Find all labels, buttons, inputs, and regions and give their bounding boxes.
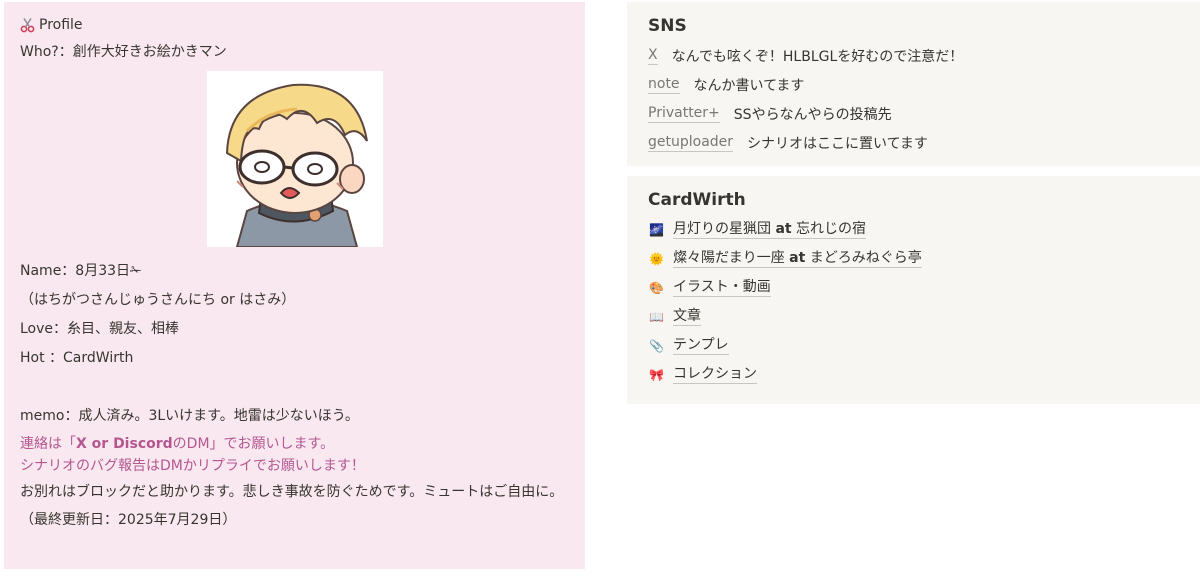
profile-love: Love：糸目、親友、相棒 <box>20 321 180 337</box>
ribbon-icon: 🎀 <box>649 367 664 382</box>
profile-name: Name：8月33日✁ <box>20 263 142 279</box>
cardwirth-item[interactable]: 🎨 イラスト・動画 <box>648 273 1179 302</box>
bug-report-line: シナリオのバグ報告はDMかリプライでお願いします！ <box>20 458 365 474</box>
profile-hot: Hot ：CardWirth <box>20 350 134 366</box>
sns-item-x: X なんでも呟くぞ！HLBLGLを好むので注意だ！ <box>648 41 1179 70</box>
cardwirth-item[interactable]: 📖 文章 <box>648 302 1179 331</box>
cardwirth-item[interactable]: 🌞 燦々陽だまり一座 at まどろみねぐら亭 <box>648 244 1179 273</box>
cardwirth-link[interactable]: テンプレ <box>673 337 729 355</box>
sns-item-getuploader: getuploader シナリオはここに置いてます <box>648 128 1179 157</box>
profile-panel: Profile Who?：創作大好きお絵かきマン Name：8月33日✁ （はち… <box>4 2 585 569</box>
note-link[interactable]: note <box>648 76 680 94</box>
profile-who: Who?：創作大好きお絵かきマン <box>20 44 227 60</box>
cardwirth-item[interactable]: 📎 テンプレ <box>648 331 1179 360</box>
cardwirth-link[interactable]: イラスト・動画 <box>673 279 771 297</box>
privatter-link[interactable]: Privatter+ <box>648 105 720 123</box>
sns-desc: なんか書いてます <box>693 77 805 94</box>
profile-name-reading: （はちがつさんじゅうさんにち or はさみ） <box>20 292 296 308</box>
cardwirth-link[interactable]: 燦々陽だまり一座 at まどろみねぐら亭 <box>673 250 922 268</box>
farewell-note: お別れはブロックだと助かります。悲しき事故を防ぐためです。ミュートはご自由に。 <box>20 484 564 500</box>
last-updated: （最終更新日：2025年7月29日） <box>20 512 237 528</box>
link-text: 忘れじの宿 <box>791 220 867 237</box>
sun-face-icon: 🌞 <box>649 251 664 266</box>
palette-icon: 🎨 <box>649 280 664 295</box>
paperclip-icon: 📎 <box>649 338 664 353</box>
cardwirth-link[interactable]: コレクション <box>673 366 757 384</box>
cardwirth-link[interactable]: 文章 <box>673 308 701 326</box>
avatar <box>206 71 383 248</box>
scissors-icon <box>20 17 36 33</box>
sns-desc: シナリオはここに置いてます <box>747 135 928 152</box>
sns-item-note: note なんか書いてます <box>648 70 1179 99</box>
contact-text-before: 連絡は「 <box>20 436 76 452</box>
sns-item-privatter: Privatter+ SSやらなんやらの投稿先 <box>648 99 1179 128</box>
link-text: まどろみねぐら亭 <box>805 249 922 266</box>
link-at: at <box>775 220 792 237</box>
contact-channels: X or Discord <box>76 436 173 452</box>
link-text: 月灯りの星猟団 <box>673 220 776 237</box>
link-text: 燦々陽だまり一座 <box>673 249 790 266</box>
cardwirth-heading: CardWirth <box>648 190 746 210</box>
sns-card: SNS X なんでも呟くぞ！HLBLGLを好むので注意だ！ note なんか書い… <box>627 2 1200 166</box>
sns-desc: なんでも呟くぞ！HLBLGLを好むので注意だ！ <box>671 48 964 65</box>
profile-memo: memo：成人済み。3Lいけます。地雷は少ないほう。 <box>20 408 359 424</box>
cardwirth-link[interactable]: 月灯りの星猟団 at 忘れじの宿 <box>673 220 867 239</box>
sns-heading: SNS <box>648 16 687 36</box>
sns-desc: SSやらなんやらの投稿先 <box>733 106 892 123</box>
contact-notice: 連絡は「X or DiscordのDM」でお願いします。 シナリオのバグ報告はD… <box>20 433 569 477</box>
cardwirth-item[interactable]: 🌌 月灯りの星猟団 at 忘れじの宿 <box>648 215 1179 244</box>
night-sky-icon: 🌌 <box>649 222 664 237</box>
cardwirth-item[interactable]: 🎀 コレクション <box>648 360 1179 389</box>
contact-text-after: のDM」でお願いします。 <box>172 436 335 452</box>
profile-title-text: Profile <box>39 17 83 33</box>
cardwirth-card: CardWirth 🌌 月灯りの星猟団 at 忘れじの宿 🌞 燦々陽だまり一座 … <box>627 176 1200 404</box>
contact-line: 連絡は「X or DiscordのDM」でお願いします。 <box>20 433 569 455</box>
open-book-icon: 📖 <box>649 309 664 324</box>
link-at: at <box>789 249 806 266</box>
getuploader-link[interactable]: getuploader <box>648 134 734 152</box>
x-link[interactable]: X <box>648 47 658 65</box>
profile-title: Profile <box>20 16 569 34</box>
